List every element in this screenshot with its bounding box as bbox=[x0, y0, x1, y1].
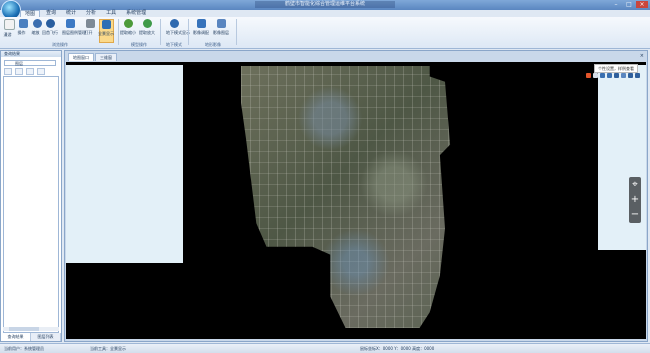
group-label-browse: 浏览操作 bbox=[52, 42, 68, 47]
map-view[interactable]: 个性设置，样例查看 ⌖ + − bbox=[66, 62, 646, 339]
imagery-adjust-button[interactable]: 影像调配 bbox=[193, 19, 209, 36]
image-layer-icon bbox=[217, 19, 226, 28]
panel-title: 查询结果 bbox=[1, 51, 61, 57]
window-controls: – □ × bbox=[610, 1, 648, 8]
next-tool-icon[interactable] bbox=[37, 68, 45, 75]
grid-icon[interactable] bbox=[635, 73, 640, 78]
emoji-icon[interactable] bbox=[607, 73, 612, 78]
layer-combo[interactable]: 图层 bbox=[4, 60, 56, 66]
keyboard-icon[interactable] bbox=[621, 73, 626, 78]
moon-icon[interactable] bbox=[600, 73, 605, 78]
panel-tabs: 查询结果 图层列表 bbox=[1, 333, 61, 341]
query-results-panel: 查询结果 图层 查询结果 图层列表 bbox=[0, 50, 62, 342]
tab-query-results[interactable]: 查询结果 bbox=[1, 333, 31, 341]
menu-statistics[interactable]: 统计 bbox=[62, 10, 80, 17]
prev-tool-icon[interactable] bbox=[26, 68, 34, 75]
zoom-in-button[interactable]: + bbox=[629, 192, 641, 207]
folder-icon bbox=[86, 19, 95, 28]
shirt-icon[interactable] bbox=[628, 73, 633, 78]
menu-bar: 地图 查询 统计 分析 工具 系统管理 bbox=[20, 10, 150, 17]
fly-home-button[interactable]: 回首飞行 bbox=[42, 19, 58, 36]
menu-query[interactable]: 查询 bbox=[42, 10, 60, 17]
globe-icon bbox=[102, 20, 111, 29]
chinese-icon[interactable] bbox=[593, 73, 598, 78]
underground-icon bbox=[170, 19, 179, 28]
close-button[interactable]: × bbox=[636, 1, 648, 8]
group-label-model: 模型操作 bbox=[131, 42, 147, 47]
tab-layer-list[interactable]: 图层列表 bbox=[31, 333, 61, 341]
group-label-terrain: 地形影像 bbox=[205, 42, 221, 47]
list-tool-icon[interactable] bbox=[15, 68, 23, 75]
map-toolbar bbox=[586, 73, 640, 78]
document-tabs: 地图窗口 三维窗 bbox=[65, 53, 117, 61]
zoom-out-icon bbox=[124, 19, 133, 28]
open-button[interactable]: 打开 bbox=[84, 19, 97, 36]
ribbon-toolbar: 漫游 操作 缩放 回首飞行 图层图例管理 打开 全景显示 提取缩小 提取放大 地… bbox=[0, 17, 650, 49]
blank-tile-left bbox=[66, 65, 183, 263]
fly-icon bbox=[46, 19, 55, 28]
menu-system[interactable]: 系统管理 bbox=[122, 10, 150, 17]
maximize-button[interactable]: □ bbox=[623, 1, 635, 8]
zoom-icon bbox=[33, 19, 42, 28]
title-bar: 鹤壁市智能化综合管理运维平台系统 – □ × bbox=[0, 0, 650, 10]
query-tool-icon[interactable] bbox=[4, 68, 12, 75]
zoom-out-button[interactable]: − bbox=[629, 207, 641, 222]
ribbon-separator bbox=[188, 19, 189, 45]
menu-analysis[interactable]: 分析 bbox=[82, 10, 100, 17]
layer-legend-button[interactable]: 图层图例管理 bbox=[62, 19, 86, 36]
ribbon-separator bbox=[236, 19, 237, 45]
locate-icon[interactable]: ⌖ bbox=[629, 177, 641, 192]
satellite-imagery bbox=[241, 66, 451, 328]
extract-zoom-out-button[interactable]: 提取缩小 bbox=[120, 19, 136, 36]
minimize-button[interactable]: – bbox=[610, 1, 622, 8]
select-icon bbox=[19, 19, 28, 28]
layers-icon bbox=[66, 19, 75, 28]
extract-zoom-in-button[interactable]: 提取放大 bbox=[139, 19, 155, 36]
hand-icon bbox=[4, 19, 15, 30]
imagery-layer-button[interactable]: 影像图层 bbox=[213, 19, 229, 36]
zoom-control: ⌖ + − bbox=[629, 177, 641, 223]
group-label-underground: 地下模式 bbox=[166, 42, 182, 47]
microphone-icon[interactable] bbox=[614, 73, 619, 78]
scrollbar-thumb[interactable] bbox=[9, 327, 39, 331]
menu-map[interactable]: 地图 bbox=[20, 10, 41, 17]
document-area: 地图窗口 三维窗 × 个性设置，样例查看 ⌖ + − bbox=[64, 50, 648, 342]
tab-3d-window[interactable]: 三维窗 bbox=[95, 53, 117, 61]
result-tree[interactable] bbox=[3, 76, 59, 333]
underground-mode-button[interactable]: 地下模式显示 bbox=[166, 19, 190, 36]
close-tab-icon[interactable]: × bbox=[640, 53, 644, 59]
tab-map-window[interactable]: 地图窗口 bbox=[68, 53, 94, 61]
logo-icon[interactable] bbox=[586, 73, 591, 78]
imagery-icon bbox=[197, 19, 206, 28]
zoom-in-icon bbox=[143, 19, 152, 28]
horizontal-scrollbar[interactable] bbox=[3, 327, 59, 331]
panel-toolbar bbox=[4, 68, 45, 75]
window-title: 鹤壁市智能化综合管理运维平台系统 bbox=[255, 1, 395, 8]
full-extent-button[interactable]: 全景显示 bbox=[98, 19, 114, 43]
settings-tooltip: 个性设置，样例查看 bbox=[594, 64, 638, 73]
menu-tools[interactable]: 工具 bbox=[102, 10, 120, 17]
